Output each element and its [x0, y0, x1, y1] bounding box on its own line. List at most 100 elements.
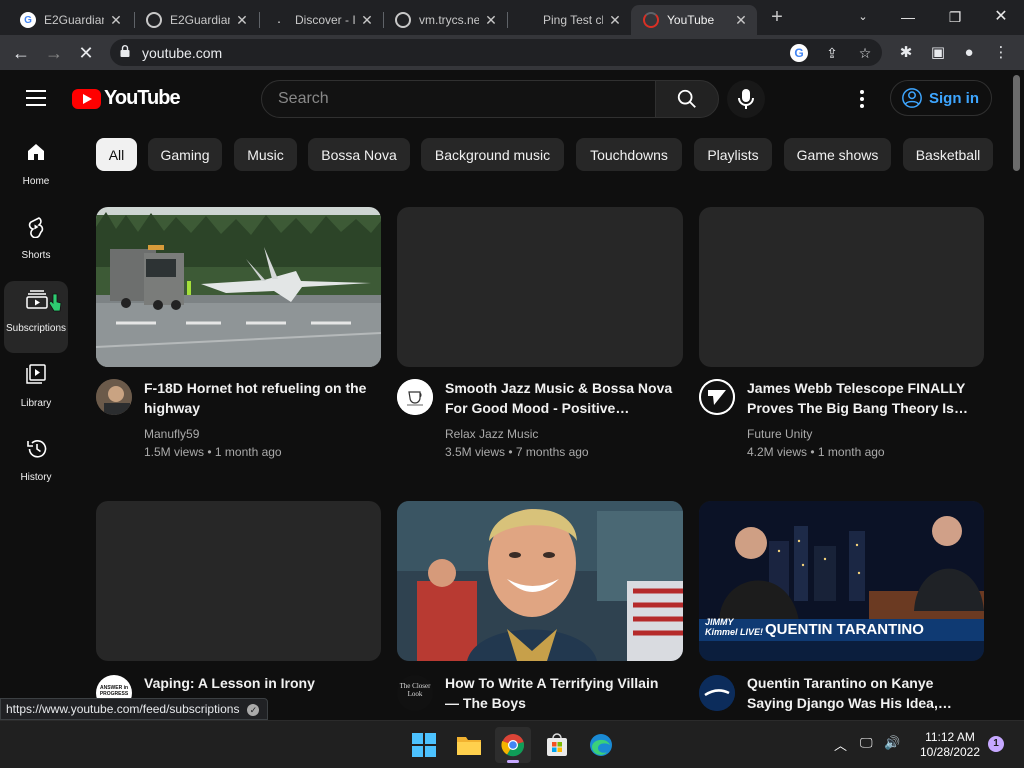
youtube-logo[interactable]: YouTube [72, 87, 181, 110]
future-unity-logo-icon [699, 379, 735, 415]
browser-menu-icon[interactable]: ⋮ [988, 39, 1014, 67]
bookmark-star-icon[interactable]: ☆ [855, 43, 875, 63]
close-icon[interactable]: ✕ [733, 12, 749, 29]
chip-game-shows[interactable]: Game shows [784, 138, 891, 171]
network-icon[interactable]: 🖵 [860, 735, 873, 751]
close-icon[interactable]: ✕ [483, 12, 499, 29]
window-close-button[interactable]: ✕ [981, 4, 1021, 30]
sign-in-button[interactable]: Sign in [890, 80, 992, 116]
close-icon[interactable]: ✕ [359, 12, 375, 29]
store-button[interactable] [539, 727, 575, 763]
channel-avatar[interactable] [397, 379, 433, 415]
close-icon[interactable]: ✕ [108, 12, 124, 29]
maximize-button[interactable]: ❐ [935, 4, 975, 30]
chip-playlists[interactable]: Playlists [694, 138, 772, 171]
tab-search-button[interactable]: ⌄ [843, 4, 883, 30]
chip-music[interactable]: Music [234, 138, 297, 171]
thumbnail-caption: QUENTIN TARANTINO [765, 621, 924, 638]
homelander-thumbnail [397, 501, 683, 661]
video-title[interactable]: James Webb Telescope FINALLY Proves The … [747, 378, 977, 418]
channel-name[interactable]: Future Unity [747, 427, 812, 441]
page-scrollbar-thumb[interactable] [1013, 75, 1020, 171]
browser-tab-3[interactable]: . Discover - I ✕ [259, 5, 383, 35]
channel-name[interactable]: Relax Jazz Music [445, 427, 538, 441]
sign-in-label: Sign in [929, 89, 979, 107]
chip-bossa-nova[interactable]: Bossa Nova [308, 138, 410, 171]
browser-tab-1[interactable]: G E2Guardian ✕ [8, 5, 132, 35]
video-thumbnail-4[interactable] [96, 501, 381, 661]
settings-more-icon[interactable] [852, 89, 872, 109]
chip-basketball[interactable]: Basketball [903, 138, 993, 171]
channel-avatar[interactable] [699, 379, 735, 415]
guide-menu-icon[interactable] [26, 90, 46, 106]
volume-icon[interactable]: 🔊 [884, 735, 900, 751]
voice-search-button[interactable] [727, 80, 765, 118]
browser-tab-4[interactable]: vm.trycs.ne ✕ [383, 5, 507, 35]
search-button[interactable] [655, 80, 719, 118]
profile-icon[interactable]: ● [956, 39, 982, 67]
notification-badge[interactable]: 1 [988, 736, 1004, 752]
discover-icon: . [277, 14, 281, 26]
video-thumbnail-2[interactable] [397, 207, 683, 367]
search-box [261, 80, 656, 118]
video-thumbnail-6[interactable]: JIMMY Kimmel LIVE! QUENTIN TARANTINO [699, 501, 984, 661]
blank-icon [519, 12, 535, 28]
channel-name[interactable]: Manufly59 [144, 427, 199, 441]
channel-avatar[interactable] [96, 379, 132, 415]
new-tab-button[interactable]: + [766, 6, 788, 28]
google-icon: G [20, 12, 36, 28]
chrome-taskbar-button[interactable] [495, 727, 531, 763]
tray-overflow-icon[interactable]: ︿ [834, 735, 847, 754]
chip-gaming[interactable]: Gaming [148, 138, 222, 171]
clock-date: 10/28/2022 [919, 745, 981, 759]
google-lens-icon[interactable]: G [790, 44, 808, 62]
side-panel-icon[interactable]: ▣ [925, 39, 951, 67]
guide-item-shorts[interactable]: Shorts [4, 208, 68, 280]
verified-badge-icon: ✓ [247, 704, 260, 716]
browser-tab-2[interactable]: E2Guardian ✕ [134, 5, 258, 35]
close-icon[interactable]: ✕ [607, 12, 623, 29]
video-title[interactable]: How To Write A Terrifying Villain — The … [445, 673, 675, 713]
chip-all[interactable]: All [96, 138, 137, 171]
forward-button[interactable]: → [40, 39, 68, 67]
video-title[interactable]: Smooth Jazz Music & Bossa Nova For Good … [445, 378, 675, 418]
browser-tab-youtube[interactable]: YouTube ✕ [631, 5, 757, 35]
video-meta: 1.5M views • 1 month ago [144, 445, 282, 459]
guide-item-home[interactable]: Home [4, 134, 68, 206]
search-input[interactable] [278, 90, 638, 108]
folder-icon [457, 737, 481, 755]
minimize-button[interactable]: — [888, 4, 928, 30]
extensions-icon[interactable]: ✱ [893, 39, 919, 67]
channel-avatar-closer-look[interactable]: The Closer Look [397, 675, 433, 711]
stop-loading-button[interactable]: ✕ [72, 39, 100, 67]
chrome-icon [501, 734, 525, 757]
channel-avatar-image [96, 379, 132, 415]
store-bag-icon [547, 733, 567, 756]
address-bar[interactable]: youtube.com G ⇪ ☆ [110, 39, 882, 66]
video-title[interactable]: Quentin Tarantino on Kanye Saying Django… [747, 673, 977, 713]
file-explorer-button[interactable] [451, 727, 487, 763]
hand-cursor-icon [48, 293, 62, 312]
video-thumbnail-5[interactable] [397, 501, 683, 661]
browser-tab-5[interactable]: Ping Test cl ✕ [507, 5, 631, 35]
guide-item-history[interactable]: History [4, 430, 68, 502]
browser-tab-strip: G E2Guardian ✕ E2Guardian ✕ . Discover -… [0, 0, 1024, 35]
close-icon[interactable]: ✕ [234, 12, 250, 29]
share-icon[interactable]: ⇪ [822, 43, 842, 63]
youtube-play-icon [72, 88, 101, 109]
channel-avatar-kimmel[interactable] [699, 675, 735, 711]
video-title[interactable]: F-18D Hornet hot refueling on the highwa… [144, 378, 374, 418]
chip-background-music[interactable]: Background music [421, 138, 564, 171]
youtube-icon [643, 12, 659, 28]
guide-item-library[interactable]: Library [4, 356, 68, 428]
guide-item-subscriptions[interactable]: Subscriptions [4, 281, 68, 353]
chip-touchdowns[interactable]: Touchdowns [576, 138, 682, 171]
taskbar-clock[interactable]: 11:12 AM 10/28/2022 [910, 730, 990, 760]
video-thumbnail-1[interactable] [96, 207, 381, 367]
account-icon [902, 88, 922, 108]
back-button[interactable]: ← [7, 39, 35, 67]
edge-button[interactable] [583, 727, 619, 763]
start-button[interactable] [406, 727, 442, 763]
video-thumbnail-3[interactable] [699, 207, 984, 367]
video-title[interactable]: Vaping: A Lesson in Irony [144, 673, 374, 693]
